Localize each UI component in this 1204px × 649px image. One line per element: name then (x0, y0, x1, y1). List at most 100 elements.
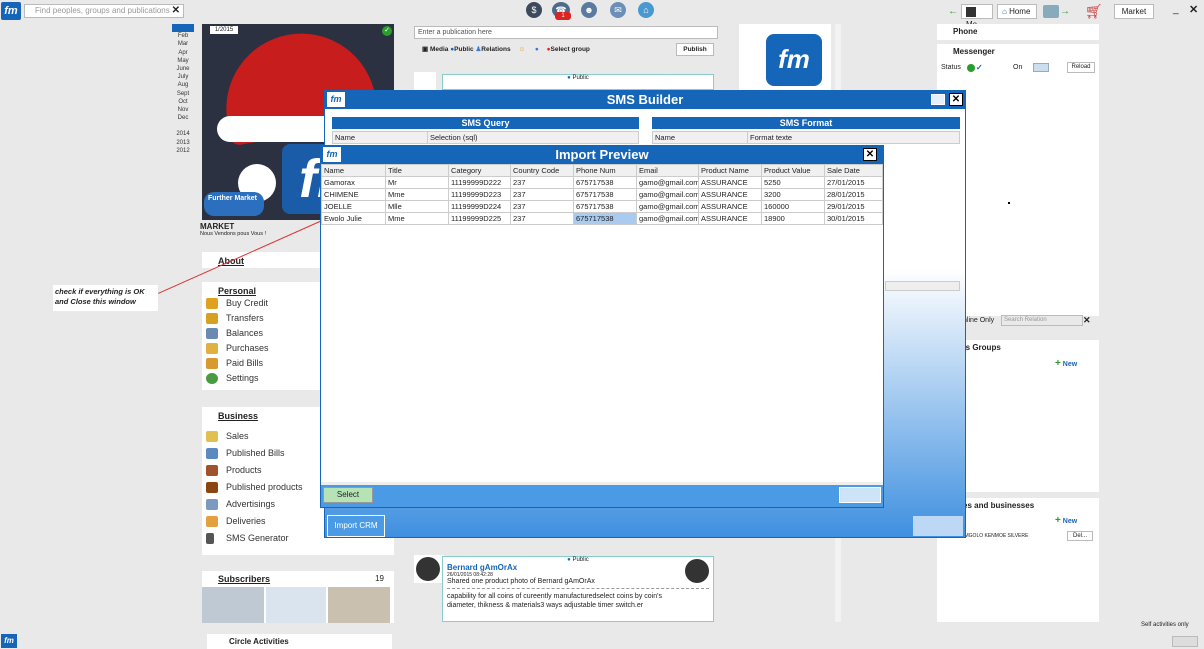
emoji-icon[interactable]: ☺ (518, 46, 525, 53)
search-relation-input[interactable]: Search Relation (1001, 315, 1083, 326)
cell-sale-date[interactable]: 29/01/2015 (824, 200, 883, 213)
cell-name[interactable]: Gamorax (321, 176, 386, 189)
cell-country-code[interactable]: 237 (510, 176, 574, 189)
timeline-item[interactable]: June (172, 65, 194, 73)
cell-phone[interactable]: 675717538 (573, 212, 637, 225)
timeline-item[interactable]: 2014 (172, 130, 194, 138)
basket-icon[interactable]: ⌂ (638, 2, 654, 18)
clear-relation-icon[interactable]: ✕ (1083, 315, 1091, 326)
footer-toggle[interactable] (1172, 636, 1198, 647)
publish-button[interactable]: Publish (676, 43, 714, 56)
cell-email[interactable]: gamo@gmail.com (636, 188, 699, 201)
phone-section[interactable]: Phone (937, 24, 1099, 40)
column-header[interactable]: Email (636, 164, 699, 177)
cell-email[interactable]: gamo@gmail.com (636, 212, 699, 225)
cell-product-name[interactable]: ASSURANCE (698, 212, 762, 225)
cell-title[interactable]: Mme (385, 212, 449, 225)
global-search-input[interactable]: Find peoples, groups and publications ✕ (24, 4, 184, 18)
cell-product-name[interactable]: ASSURANCE (698, 176, 762, 189)
timeline-item[interactable]: July (172, 73, 194, 81)
post-author-avatar[interactable] (414, 555, 444, 583)
column-header[interactable]: Sale Date (824, 164, 883, 177)
table-row[interactable]: Gamorax Mr 11199999D222 237 675717538 gamo@gm… (321, 176, 883, 189)
timeline-item[interactable]: Sept (172, 90, 194, 98)
app-logo[interactable]: fm (1, 2, 21, 20)
delete-button[interactable]: Del... (1067, 531, 1093, 541)
fm-ad-card[interactable]: fm (739, 24, 831, 90)
clear-search-icon[interactable]: ✕ (172, 5, 180, 17)
timeline-item[interactable]: 2011 (172, 24, 194, 33)
subscriber-photo[interactable] (266, 587, 326, 623)
cell-title[interactable]: Mr (385, 176, 449, 189)
cell-phone[interactable]: 675717538 (573, 200, 637, 213)
select-button[interactable]: Select (323, 487, 373, 503)
cell-sale-date[interactable]: 28/01/2015 (824, 188, 883, 201)
publication-input[interactable]: Enter a publication here (414, 26, 718, 39)
camera-icon[interactable]: ▣ (422, 46, 428, 53)
cell-sale-date[interactable]: 30/01/2015 (824, 212, 883, 225)
subscriber-photo[interactable] (328, 587, 390, 623)
cell-country-code[interactable]: 237 (510, 212, 574, 225)
table-row[interactable]: CHIMENE Mme 11199999D223 237 675717538 gamo@g… (321, 188, 883, 201)
cell-title[interactable]: Mme (385, 188, 449, 201)
minimize-icon[interactable]: _ (1173, 4, 1179, 15)
cell-name[interactable]: JOELLE (321, 200, 386, 213)
chat-icon[interactable]: ✉ (610, 2, 626, 18)
column-header[interactable]: Name (652, 131, 748, 144)
business-member[interactable]: DOMGOLO KENMOE SILVERE (957, 533, 1028, 539)
cell-product-value[interactable]: 18900 (761, 212, 825, 225)
close-icon[interactable]: ✕ (1189, 3, 1198, 16)
timeline-item[interactable]: Apr (172, 49, 194, 57)
column-header[interactable]: Name (332, 131, 428, 144)
timeline-item[interactable]: 2012 (172, 147, 194, 155)
cell-product-value[interactable]: 5250 (761, 176, 825, 189)
cell-phone[interactable]: 675717538 (573, 188, 637, 201)
timeline-item[interactable]: Dec (172, 114, 194, 122)
cell-name[interactable]: CHIMENE (321, 188, 386, 201)
column-header[interactable]: Product Name (698, 164, 762, 177)
online-toggle[interactable] (1033, 63, 1049, 72)
public-button[interactable]: Public (454, 46, 474, 53)
new-group-button[interactable]: + New (1055, 358, 1077, 369)
cell-product-value[interactable]: 160000 (761, 200, 825, 213)
column-header[interactable]: Country Code (510, 164, 574, 177)
cell-name[interactable]: Ewolo Julie (321, 212, 386, 225)
timeline-item[interactable]: Nov (172, 106, 194, 114)
cell-product-value[interactable]: 3200 (761, 188, 825, 201)
cell-country-code[interactable]: 237 (510, 200, 574, 213)
column-header[interactable]: Name (321, 164, 386, 177)
new-business-button[interactable]: + New (1055, 515, 1077, 526)
microphone-icon[interactable]: ● (535, 46, 539, 53)
timeline-item[interactable]: Aug (172, 81, 194, 89)
subscribers-heading[interactable]: Subscribers (202, 571, 394, 584)
cell-title[interactable]: Mlle (385, 200, 449, 213)
status-icon[interactable] (967, 64, 975, 72)
timeline-item[interactable]: May (172, 57, 194, 65)
cell-category[interactable]: 11199999D223 (448, 188, 511, 201)
cell-email[interactable]: gamo@gmail.com (636, 200, 699, 213)
horizontal-scrollbar[interactable] (885, 281, 960, 291)
cell-product-name[interactable]: ASSURANCE (698, 188, 762, 201)
back-arrow-icon[interactable]: ← (948, 6, 958, 17)
cell-category[interactable]: 11199999D224 (448, 200, 511, 213)
column-header[interactable]: Product Value (761, 164, 825, 177)
close-button[interactable]: ✕ (949, 93, 963, 106)
circle-activities-heading[interactable]: Circle Activities (207, 634, 392, 649)
subscriber-photo[interactable] (202, 587, 264, 623)
me-button[interactable]: Me (961, 4, 993, 29)
column-header[interactable]: Title (385, 164, 449, 177)
timeline-item[interactable]: Mar (172, 40, 194, 48)
forward-arrow-icon[interactable]: → (1060, 6, 1070, 17)
market-button[interactable]: Market (1114, 4, 1154, 19)
action-buttons[interactable] (913, 516, 963, 536)
post-avatar[interactable] (414, 72, 436, 92)
media-button[interactable]: Media (430, 46, 448, 53)
cell-email[interactable]: gamo@gmail.com (636, 176, 699, 189)
select-group-button[interactable]: Select group (551, 46, 590, 53)
cell-country-code[interactable]: 237 (510, 188, 574, 201)
cell-sale-date[interactable]: 27/01/2015 (824, 176, 883, 189)
contacts-icon[interactable]: ☻ (581, 2, 597, 18)
column-header[interactable]: Selection (sql) (427, 131, 639, 144)
close-button[interactable]: ✕ (863, 148, 877, 161)
switch-icon[interactable] (1043, 5, 1059, 18)
